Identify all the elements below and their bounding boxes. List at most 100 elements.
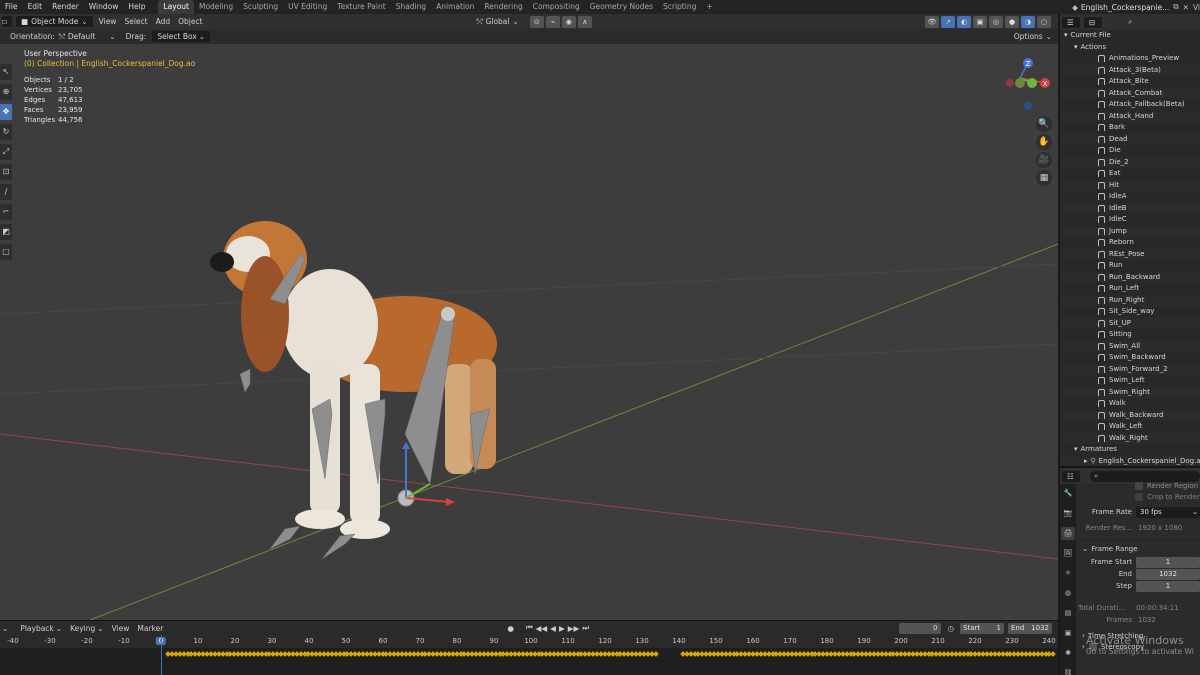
copy-icon[interactable]: ⧉ [1173, 2, 1178, 12]
frame-end-field[interactable]: 1032 [1136, 568, 1200, 580]
list-item[interactable]: REst_Pose [1060, 248, 1200, 260]
keyframe-marker[interactable] [1050, 651, 1057, 657]
list-item[interactable]: Swim_Right [1060, 386, 1200, 398]
list-item[interactable]: Attack_3(Beta) [1060, 64, 1200, 76]
list-item[interactable]: Sitting [1060, 329, 1200, 341]
list-item[interactable]: Walk_Right [1060, 432, 1200, 444]
viewport-menu-view[interactable]: View [95, 14, 121, 29]
list-item[interactable]: Run_Backward [1060, 271, 1200, 283]
tab-uv-editing[interactable]: UV Editing [283, 0, 332, 14]
scene-tab-icon[interactable]: ⚛ [1061, 567, 1075, 580]
select-tool-icon[interactable]: ↖ [0, 64, 12, 80]
options-dropdown[interactable]: Options ⌄ [1014, 32, 1052, 41]
playhead-line[interactable] [161, 635, 162, 675]
snap-icon[interactable]: ⌁ [545, 15, 560, 28]
editor-type-button[interactable]: ▫ [2, 16, 12, 27]
physics-tab-icon[interactable]: ✺ [1061, 647, 1075, 660]
viewport-menu-add[interactable]: Add [152, 14, 175, 29]
list-item[interactable]: Eat [1060, 168, 1200, 180]
falloff-icon[interactable]: ∧ [577, 15, 592, 28]
list-item[interactable]: Reborn [1060, 237, 1200, 249]
move-tool-icon[interactable]: ✥ [0, 104, 12, 120]
tab-layout[interactable]: Layout [158, 0, 194, 14]
frame-rate-dropdown[interactable]: 30 fps ⌄ [1136, 506, 1200, 518]
render-tab-icon[interactable]: 📷 [1061, 507, 1075, 520]
visibility-icon[interactable]: 👁 [925, 15, 939, 28]
outliner-editor-icon[interactable]: ☰ [1062, 16, 1080, 28]
list-item[interactable]: Attack_Hand [1060, 110, 1200, 122]
add-cube-tool-icon[interactable]: ◩ [0, 224, 12, 240]
tab-geometry-nodes[interactable]: Geometry Nodes [585, 0, 658, 14]
object-tab-icon[interactable]: ▣ [1061, 627, 1075, 640]
frame-start-field[interactable]: 1 [1136, 556, 1200, 568]
view-layer-tab-icon[interactable]: 🖼 [1061, 547, 1075, 560]
render-region-row[interactable]: Render Region [1134, 480, 1200, 491]
rendered-shading-icon[interactable]: ○ [1037, 15, 1051, 28]
transform-tool-icon[interactable]: ⊡ [0, 164, 12, 180]
list-item[interactable]: Swim_All [1060, 340, 1200, 352]
actions-group[interactable]: ▾ Actions [1060, 42, 1200, 54]
list-item[interactable]: Attack_Combat [1060, 87, 1200, 99]
3d-viewport[interactable]: ▫ ■ Object Mode ⌄ View Select Add Object ⤲ … [0, 14, 1058, 620]
tool-tab-icon[interactable]: 🔧 [1061, 487, 1075, 500]
tab-shading[interactable]: Shading [391, 0, 431, 14]
list-item[interactable]: Animations_Preview [1060, 53, 1200, 65]
tab-rendering[interactable]: Rendering [479, 0, 527, 14]
viewport-menu-select[interactable]: Select [120, 14, 151, 29]
solid-shading-icon[interactable]: ● [1005, 15, 1019, 28]
list-item[interactable]: IdleC [1060, 214, 1200, 226]
list-item[interactable]: Die [1060, 145, 1200, 157]
frame-step-field[interactable]: 1 [1136, 580, 1200, 592]
crop-to-render-checkbox[interactable] [1135, 492, 1143, 501]
list-item[interactable]: Hit [1060, 179, 1200, 191]
list-item[interactable]: IdleA [1060, 191, 1200, 203]
list-item[interactable]: Bark [1060, 122, 1200, 134]
scale-tool-icon[interactable]: ⤢ [0, 144, 12, 160]
cube-tool-icon[interactable]: ▢ [0, 244, 12, 260]
list-item[interactable]: Jump [1060, 225, 1200, 237]
navigation-gizmo[interactable]: Z X 🔍 ✋ 🎥 ▦ [1000, 58, 1054, 188]
tree-root[interactable]: ▾ Current File [1060, 30, 1200, 42]
constraints-tab-icon[interactable]: ⛓ [1061, 667, 1075, 675]
menu-window[interactable]: Window [84, 0, 124, 14]
axis-gizmo[interactable]: Z X [1000, 58, 1054, 112]
orientation-dropdown[interactable]: ⤲ Default ⌄ [59, 32, 116, 42]
list-item[interactable]: Attack_Fallback(Beta) [1060, 99, 1200, 111]
grid-view-icon[interactable]: ▦ [1036, 170, 1052, 186]
pivot-icon[interactable]: ⊙ [529, 15, 544, 28]
tab-modeling[interactable]: Modeling [194, 0, 238, 14]
list-item[interactable]: Run_Left [1060, 283, 1200, 295]
list-item[interactable]: Sit_UP [1060, 317, 1200, 329]
tab-texture-paint[interactable]: Texture Paint [332, 0, 390, 14]
viewport-menu-object[interactable]: Object [174, 14, 206, 29]
timeline-editor[interactable]: ⌄ Playback ⌄ Keying ⌄ View Marker ● ⏮ ◀◀ ◀ ▶ … [0, 620, 1058, 675]
output-tab-icon[interactable]: 🖨 [1061, 527, 1075, 540]
list-item[interactable]: Attack_Bite [1060, 76, 1200, 88]
xray-icon[interactable]: ▣ [973, 15, 987, 28]
list-item[interactable]: IdleB [1060, 202, 1200, 214]
tab-compositing[interactable]: Compositing [528, 0, 585, 14]
list-item[interactable]: Sit_Side_way [1060, 306, 1200, 318]
world-tab-icon[interactable]: ◍ [1061, 587, 1075, 600]
cursor-tool-icon[interactable]: ⊕ [0, 84, 12, 100]
rotate-tool-icon[interactable]: ↻ [0, 124, 12, 140]
tab-scripting[interactable]: Scripting [658, 0, 701, 14]
close-icon[interactable]: ✕ [1183, 3, 1189, 12]
keyframe-track[interactable] [0, 621, 1058, 675]
drag-dropdown[interactable]: Select Box ⌄ [152, 31, 211, 42]
transform-orientation[interactable]: ⤲ Global ⌄ [477, 17, 519, 27]
gizmo-toggle-icon[interactable]: ↗ [941, 15, 955, 28]
frame-range-header[interactable]: ⌄ Frame Range [1082, 540, 1200, 556]
list-item[interactable]: Walk [1060, 398, 1200, 410]
menu-edit[interactable]: Edit [23, 0, 48, 14]
collection-tab-icon[interactable]: ▤ [1061, 607, 1075, 620]
list-item[interactable]: Dead [1060, 133, 1200, 145]
measure-tool-icon[interactable]: ⌐ [0, 204, 12, 220]
menu-render[interactable]: Render [47, 0, 84, 14]
list-item[interactable]: Walk_Left [1060, 421, 1200, 433]
list-item[interactable]: Die_2 [1060, 156, 1200, 168]
keyframe-marker[interactable] [652, 651, 659, 657]
camera-icon[interactable]: 🎥 [1036, 152, 1052, 168]
crop-to-render-row[interactable]: Crop to Render [1134, 491, 1200, 502]
annotate-tool-icon[interactable]: ∕ [0, 184, 12, 200]
